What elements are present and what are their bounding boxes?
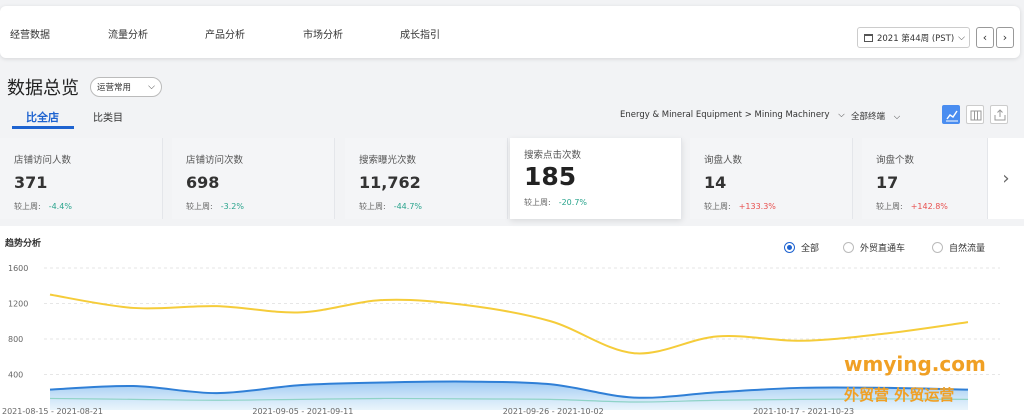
kpi-compare: 较上周: -3.2%: [186, 202, 244, 211]
kpi-compare: 较上周: +142.8%: [876, 202, 948, 211]
kpi-value: 698: [186, 173, 220, 192]
nav-item-products[interactable]: 产品分析: [205, 26, 245, 41]
kpi-compare: 较上周: +133.3%: [704, 202, 776, 211]
chevron-left-icon: ‹: [982, 31, 988, 44]
watermark-domain: wmying.com: [844, 352, 986, 376]
x-tick-label: 2021-08-15 - 2021-08-21: [2, 407, 103, 414]
kpi-compare: 较上周: -20.7%: [524, 198, 588, 207]
table-view-button[interactable]: [966, 105, 984, 124]
tab-compare-store[interactable]: 比全店: [26, 109, 59, 125]
kpi-value: 14: [704, 173, 727, 192]
nav-item-market[interactable]: 市场分析: [303, 26, 343, 41]
kpi-value: 185: [524, 162, 577, 191]
terminal-select[interactable]: 全部终端 ⌵: [851, 110, 900, 122]
category-select-value: Energy & Mineral Equipment > Mining Mach…: [620, 110, 830, 120]
kpi-delta: -3.2%: [220, 202, 244, 211]
y-tick-label: 800: [8, 335, 23, 344]
kpi-delta: -4.4%: [48, 202, 72, 211]
y-tick-label: 1600: [8, 264, 28, 273]
chevron-right-icon: ›: [1002, 168, 1010, 189]
x-tick-label: 2021-09-26 - 2021-10-02: [503, 407, 604, 414]
page-title: 数据总览: [7, 78, 79, 99]
kpi-label: 店铺访问人数: [14, 155, 72, 166]
line-chart-icon: [946, 110, 958, 122]
active-tab-indicator: [12, 126, 74, 129]
kpi-card-store-visits[interactable]: 店铺访问次数 698 较上周: -3.2%: [172, 138, 335, 219]
kpi-card-inquiry-people[interactable]: 询盘人数 14 较上周: +133.3%: [690, 138, 853, 219]
kpi-label: 询盘人数: [704, 155, 743, 166]
kpi-value: 17: [876, 173, 899, 192]
nav-item-growth[interactable]: 成长指引: [400, 26, 440, 41]
kpi-card-search-impressions[interactable]: 搜索曝光次数 11,762 较上周: -44.7%: [345, 138, 508, 219]
kpi-value: 11,762: [359, 173, 421, 192]
export-icon: [994, 109, 1006, 121]
kpi-card-store-visitors[interactable]: 店铺访问人数 371 较上周: -4.4%: [0, 138, 163, 219]
kpi-label: 搜索点击次数: [524, 150, 582, 161]
export-button[interactable]: [990, 105, 1008, 124]
category-select[interactable]: Energy & Mineral Equipment > Mining Mach…: [620, 110, 845, 120]
chevron-down-icon: ⌵: [893, 112, 901, 122]
kpi-compare: 较上周: -44.7%: [359, 202, 423, 211]
kpi-label: 搜索曝光次数: [359, 155, 417, 166]
y-tick-label: 1200: [8, 300, 28, 309]
kpi-next-button[interactable]: ›: [988, 138, 1024, 219]
watermark-slogan: 外贸营 外贸运营: [844, 386, 955, 404]
top-navigation: 经营数据 流量分析 产品分析 市场分析 成长指引 2021 第44周 (PST)…: [0, 6, 1020, 58]
nav-item-operations[interactable]: 经营数据: [10, 26, 50, 41]
chevron-down-icon: ⌵: [148, 82, 155, 92]
kpi-value: 371: [14, 173, 48, 192]
kpi-label: 询盘个数: [876, 155, 915, 166]
kpi-delta: -20.7%: [558, 198, 588, 207]
table-icon: [970, 110, 982, 121]
preset-select[interactable]: 运营常用 ⌵: [90, 77, 162, 97]
chevron-down-icon: ⌵: [838, 110, 845, 120]
x-tick-label: 2021-09-05 - 2021-09-11: [252, 407, 353, 414]
series-area-blue: [50, 381, 968, 410]
line-chart-view-button[interactable]: [942, 105, 960, 124]
kpi-delta: +142.8%: [910, 202, 948, 211]
kpi-label: 店铺访问次数: [186, 155, 244, 166]
terminal-select-value: 全部终端: [851, 112, 886, 122]
week-select[interactable]: 2021 第44周 (PST) ⌵: [857, 27, 970, 48]
x-tick-label: 2021-10-17 - 2021-10-23: [753, 407, 854, 414]
tab-compare-category[interactable]: 比类目: [93, 109, 123, 124]
week-select-value: 2021 第44周 (PST): [876, 33, 955, 44]
y-tick-label: 400: [8, 371, 23, 380]
kpi-card-inquiry-count[interactable]: 询盘个数 17 较上周: +142.8%: [862, 138, 988, 219]
chevron-right-icon: ›: [1002, 31, 1008, 44]
kpi-compare: 较上周: -4.4%: [14, 202, 72, 211]
preset-select-value: 运营常用: [97, 83, 132, 93]
kpi-delta: +133.3%: [738, 202, 776, 211]
chevron-down-icon: ⌵: [958, 32, 965, 43]
prev-week-button[interactable]: ‹: [976, 27, 994, 48]
calendar-icon: [864, 33, 873, 42]
nav-item-traffic[interactable]: 流量分析: [108, 26, 148, 41]
next-week-button[interactable]: ›: [996, 27, 1014, 48]
kpi-delta: -44.7%: [393, 202, 423, 211]
kpi-card-search-clicks[interactable]: 搜索点击次数 185 较上周: -20.7%: [510, 138, 682, 219]
